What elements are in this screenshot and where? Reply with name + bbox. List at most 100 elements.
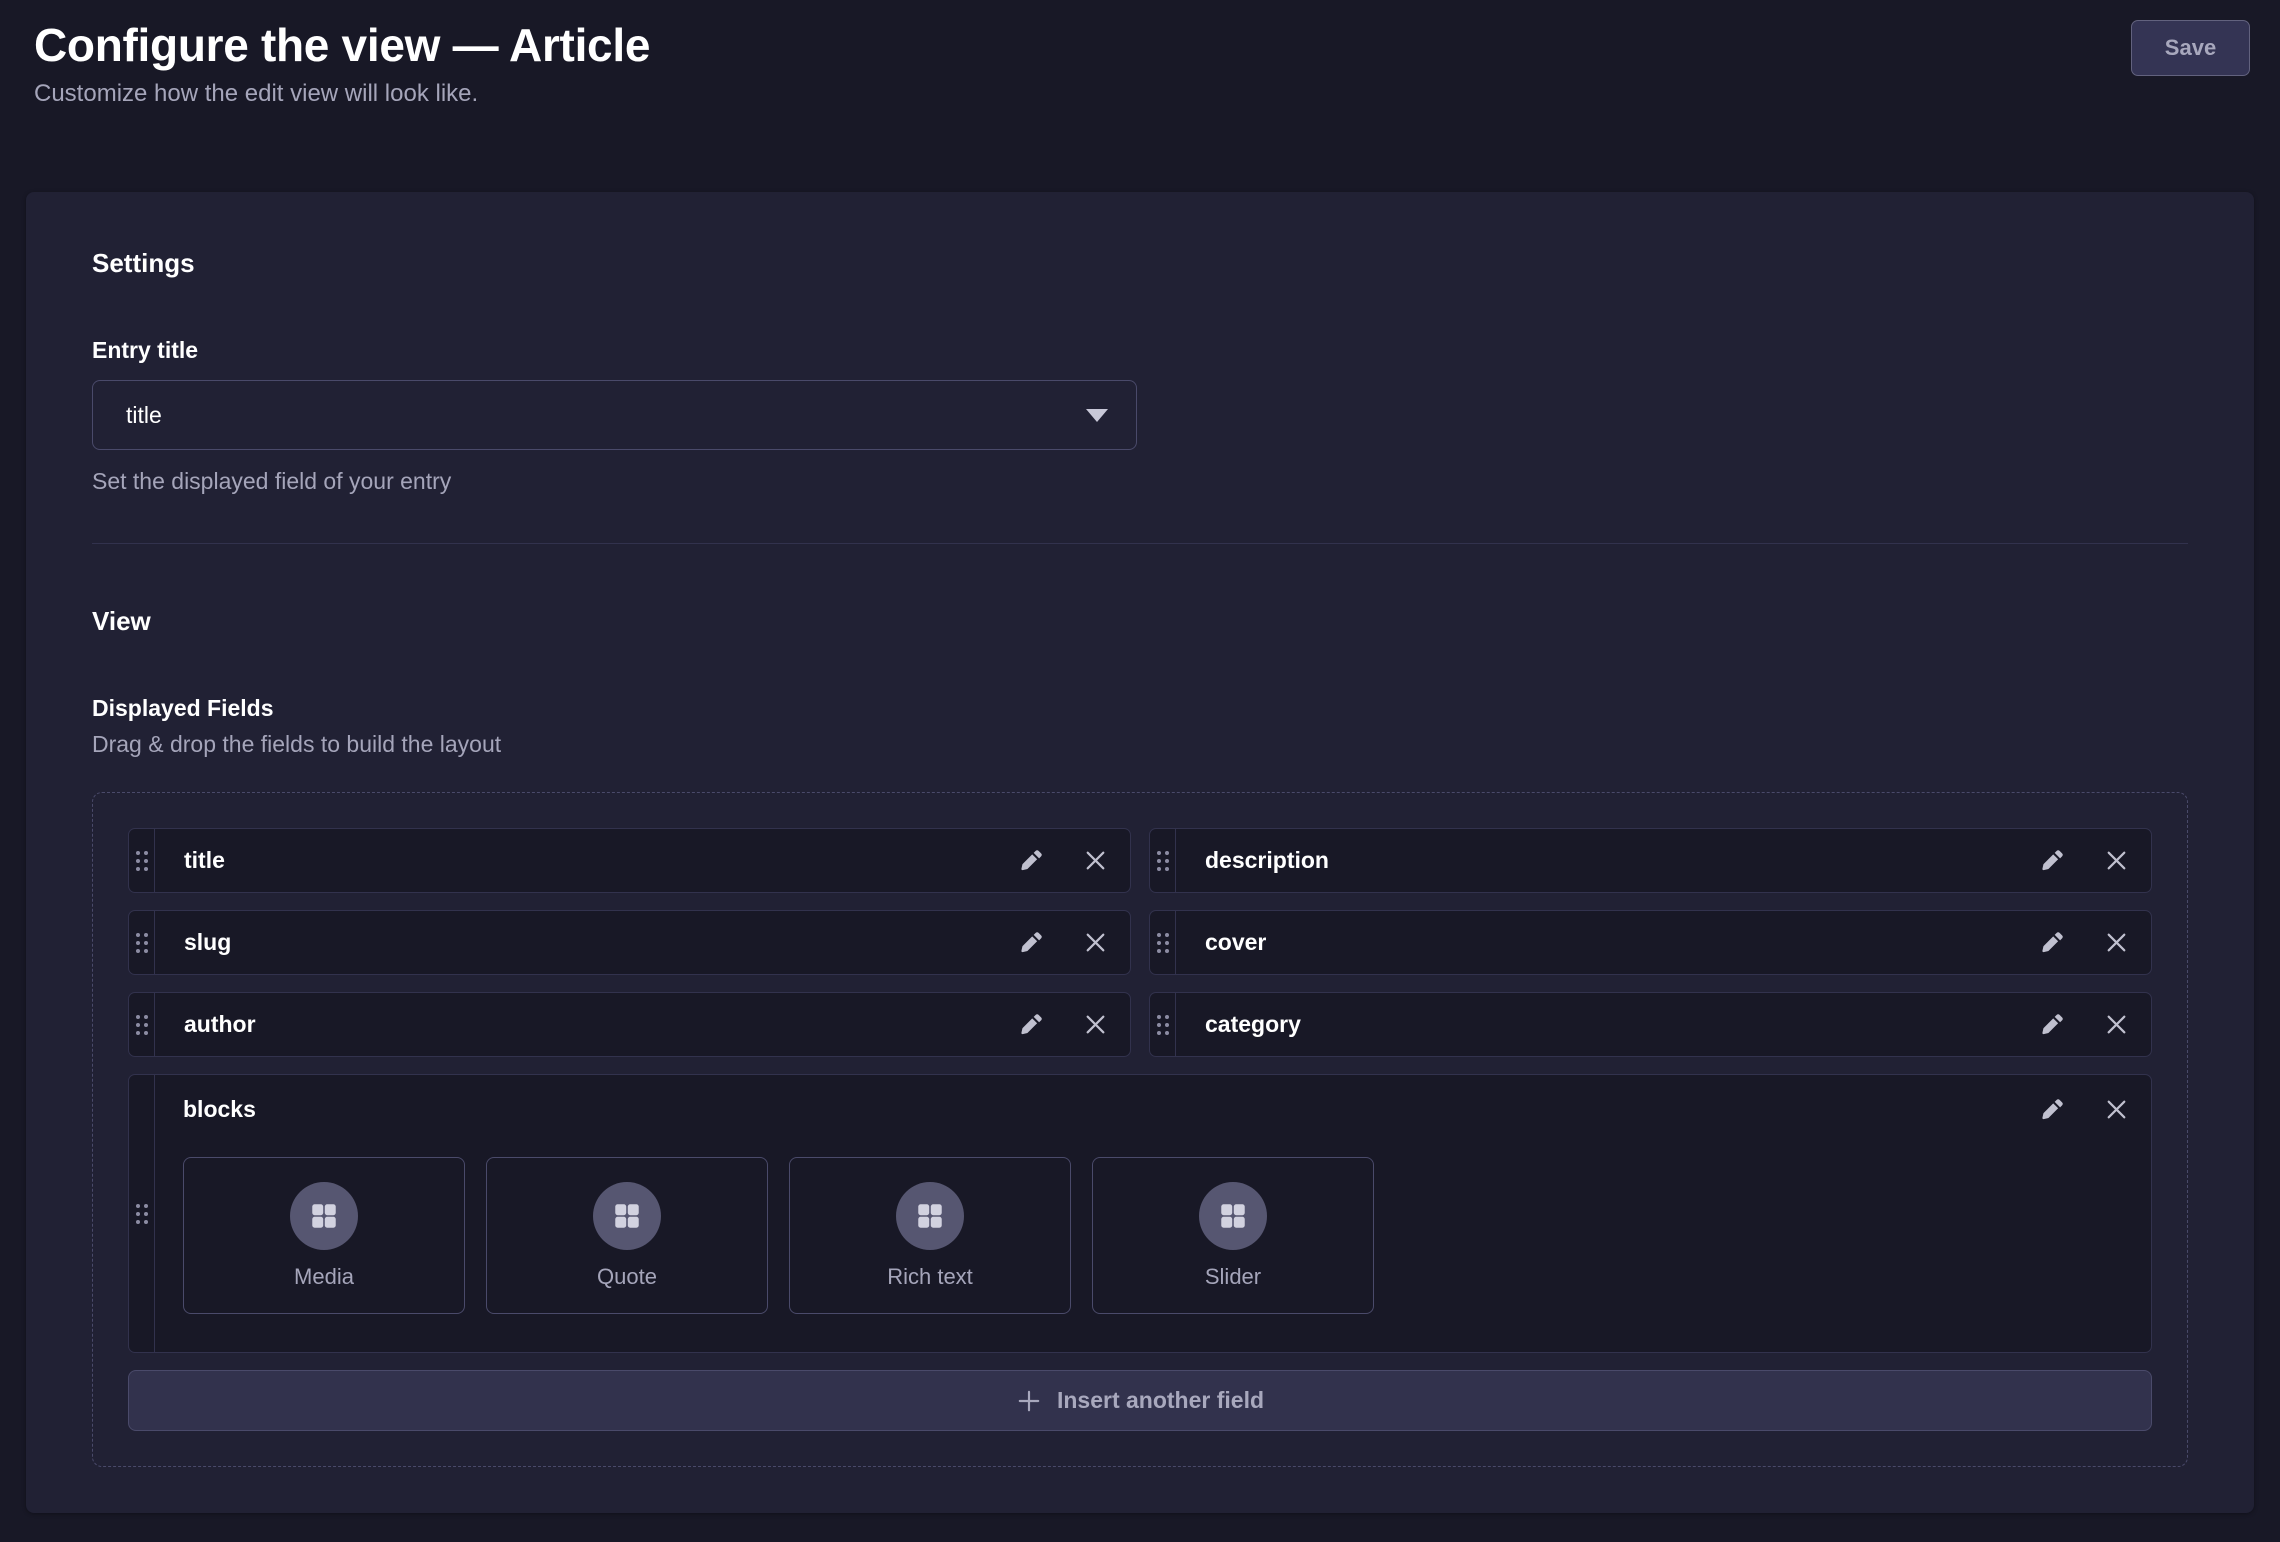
displayed-fields-hint: Drag & drop the fields to build the layo… bbox=[92, 731, 2188, 758]
configuration-panel: Settings Entry title title Set the displ… bbox=[26, 192, 2254, 1513]
section-divider bbox=[92, 543, 2188, 544]
x-icon bbox=[1083, 1012, 1108, 1037]
component-label: Quote bbox=[597, 1264, 657, 1290]
pencil-icon bbox=[1019, 930, 1044, 955]
remove-field-button[interactable] bbox=[2103, 1012, 2129, 1038]
insert-another-field-label: Insert another field bbox=[1057, 1387, 1264, 1414]
chevron-down-icon bbox=[1086, 409, 1108, 422]
grid-icon bbox=[1217, 1200, 1249, 1232]
fields-dropzone: title description bbox=[92, 792, 2188, 1467]
component-card-quote[interactable]: Quote bbox=[486, 1157, 768, 1314]
component-icon-circle bbox=[290, 1182, 358, 1250]
edit-field-button[interactable] bbox=[2039, 1097, 2065, 1123]
drag-handle[interactable] bbox=[129, 829, 155, 892]
edit-field-button[interactable] bbox=[2039, 848, 2065, 874]
pencil-icon bbox=[2040, 848, 2065, 873]
component-label: Rich text bbox=[887, 1264, 973, 1290]
field-row-actions bbox=[1018, 848, 1130, 874]
field-name-label: category bbox=[1176, 1011, 1301, 1038]
remove-field-button[interactable] bbox=[1082, 930, 1108, 956]
field-row-author: author bbox=[128, 992, 1131, 1057]
entry-title-label: Entry title bbox=[92, 337, 2188, 364]
x-icon bbox=[2104, 1097, 2129, 1122]
pencil-icon bbox=[1019, 848, 1044, 873]
edit-field-button[interactable] bbox=[2039, 1012, 2065, 1038]
field-row-cover: cover bbox=[1149, 910, 2152, 975]
field-row-actions bbox=[2039, 848, 2151, 874]
drag-dots-icon bbox=[136, 851, 148, 871]
view-heading: View bbox=[92, 606, 2188, 637]
field-name-label: slug bbox=[155, 929, 231, 956]
settings-heading: Settings bbox=[92, 248, 2188, 279]
x-icon bbox=[2104, 930, 2129, 955]
drag-dots-icon bbox=[1157, 851, 1169, 871]
x-icon bbox=[1083, 848, 1108, 873]
remove-field-button[interactable] bbox=[2103, 930, 2129, 956]
drag-dots-icon bbox=[1157, 933, 1169, 953]
grid-icon bbox=[308, 1200, 340, 1232]
field-row-category: category bbox=[1149, 992, 2152, 1057]
field-row-actions bbox=[2039, 1012, 2151, 1038]
field-name-label: blocks bbox=[183, 1096, 256, 1123]
pencil-icon bbox=[1019, 1012, 1044, 1037]
drag-dots-icon bbox=[1157, 1015, 1169, 1035]
field-row-description: description bbox=[1149, 828, 2152, 893]
drag-handle[interactable] bbox=[1150, 911, 1176, 974]
entry-title-select[interactable]: title bbox=[92, 380, 1137, 450]
remove-field-button[interactable] bbox=[1082, 848, 1108, 874]
component-card-rich-text[interactable]: Rich text bbox=[789, 1157, 1071, 1314]
field-row-actions bbox=[2039, 1097, 2151, 1123]
edit-field-button[interactable] bbox=[1018, 1012, 1044, 1038]
edit-field-button[interactable] bbox=[1018, 848, 1044, 874]
entry-title-field: Entry title title Set the displayed fiel… bbox=[92, 337, 2188, 495]
remove-field-button[interactable] bbox=[2103, 1097, 2129, 1123]
grid-icon bbox=[914, 1200, 946, 1232]
field-row-actions bbox=[1018, 930, 1130, 956]
x-icon bbox=[2104, 848, 2129, 873]
field-row-actions bbox=[1018, 1012, 1130, 1038]
remove-field-button[interactable] bbox=[1082, 1012, 1108, 1038]
page-header-text: Configure the view — Article Customize h… bbox=[34, 18, 650, 108]
drag-dots-icon bbox=[136, 933, 148, 953]
pencil-icon bbox=[2040, 1012, 2065, 1037]
blocks-header: blocks bbox=[183, 1096, 2151, 1123]
drag-handle[interactable] bbox=[129, 1075, 155, 1352]
entry-title-hint: Set the displayed field of your entry bbox=[92, 468, 2188, 495]
component-cards: Media Quote Rich text bbox=[183, 1157, 2151, 1314]
component-card-slider[interactable]: Slider bbox=[1092, 1157, 1374, 1314]
page-subtitle: Customize how the edit view will look li… bbox=[34, 80, 650, 108]
drag-handle[interactable] bbox=[129, 911, 155, 974]
field-row-title: title bbox=[128, 828, 1131, 893]
edit-field-button[interactable] bbox=[1018, 930, 1044, 956]
remove-field-button[interactable] bbox=[2103, 848, 2129, 874]
field-name-label: cover bbox=[1176, 929, 1266, 956]
drag-handle[interactable] bbox=[129, 993, 155, 1056]
x-icon bbox=[1083, 930, 1108, 955]
drag-handle[interactable] bbox=[1150, 993, 1176, 1056]
page-header: Configure the view — Article Customize h… bbox=[0, 0, 2280, 108]
blocks-content: blocks Media bbox=[155, 1075, 2151, 1352]
component-label: Slider bbox=[1205, 1264, 1261, 1290]
grid-icon bbox=[611, 1200, 643, 1232]
field-name-label: author bbox=[155, 1011, 256, 1038]
component-icon-circle bbox=[593, 1182, 661, 1250]
plus-icon bbox=[1016, 1388, 1042, 1414]
component-card-media[interactable]: Media bbox=[183, 1157, 465, 1314]
edit-field-button[interactable] bbox=[2039, 930, 2065, 956]
insert-another-field-button[interactable]: Insert another field bbox=[128, 1370, 2152, 1431]
component-icon-circle bbox=[896, 1182, 964, 1250]
drag-dots-icon bbox=[136, 1015, 148, 1035]
drag-handle[interactable] bbox=[1150, 829, 1176, 892]
displayed-fields-label: Displayed Fields bbox=[92, 695, 2188, 722]
component-label: Media bbox=[294, 1264, 354, 1290]
page-title: Configure the view — Article bbox=[34, 18, 650, 73]
x-icon bbox=[2104, 1012, 2129, 1037]
field-row-actions bbox=[2039, 930, 2151, 956]
pencil-icon bbox=[2040, 930, 2065, 955]
field-row-blocks: blocks Media bbox=[128, 1074, 2152, 1353]
save-button[interactable]: Save bbox=[2131, 20, 2250, 76]
entry-title-select-value: title bbox=[126, 402, 162, 429]
field-row-slug: slug bbox=[128, 910, 1131, 975]
pencil-icon bbox=[2040, 1097, 2065, 1122]
field-name-label: title bbox=[155, 847, 225, 874]
